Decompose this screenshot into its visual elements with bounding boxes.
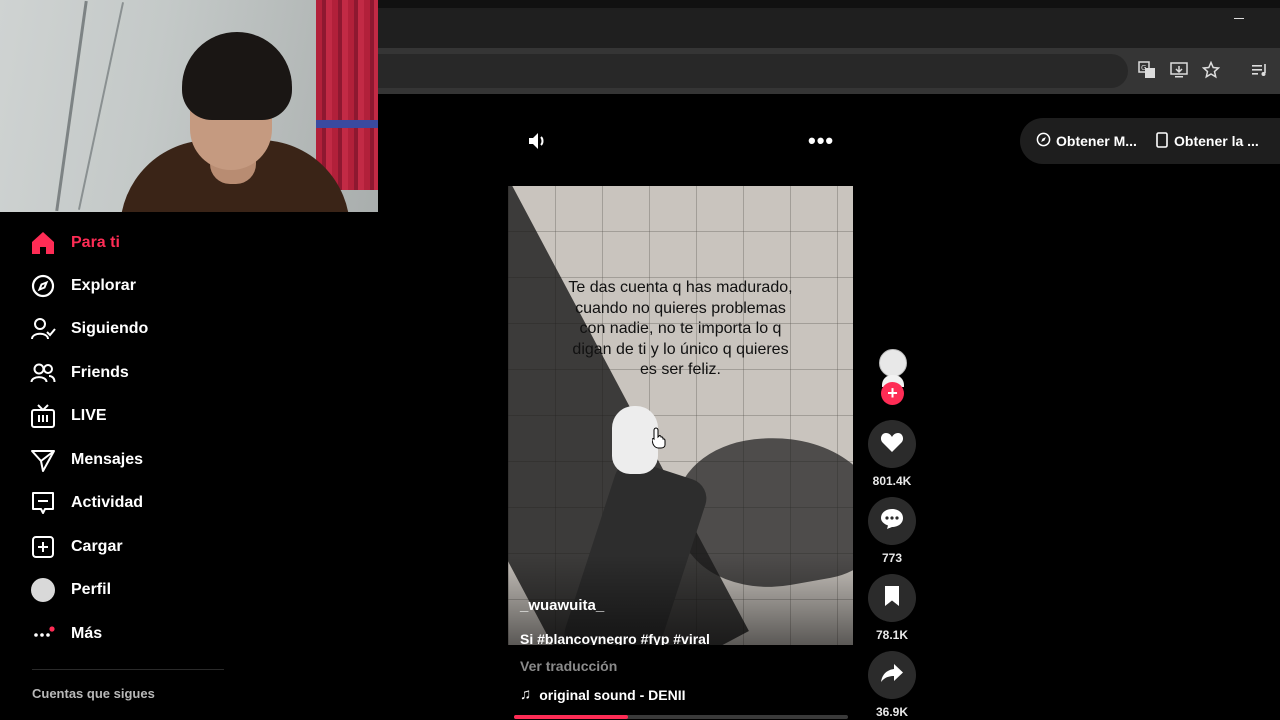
browser-tab-strip bbox=[378, 0, 1280, 48]
sidebar-item-label: Siguiendo bbox=[71, 320, 149, 337]
phone-icon bbox=[1156, 131, 1168, 151]
get-m-button[interactable]: Obtener M... bbox=[1036, 132, 1137, 150]
get-app-button[interactable]: Obtener la ... bbox=[1156, 131, 1259, 151]
compass-icon bbox=[30, 273, 56, 299]
avatar bbox=[30, 577, 56, 603]
install-app-icon[interactable] bbox=[1169, 61, 1189, 81]
upload-icon bbox=[30, 534, 56, 560]
translate-icon[interactable]: G bbox=[1137, 61, 1157, 81]
follow-plus-button[interactable]: + bbox=[881, 382, 904, 405]
more-icon bbox=[30, 621, 56, 647]
send-icon bbox=[30, 447, 56, 473]
sidebar-item-label: Cargar bbox=[71, 538, 123, 555]
like-button[interactable] bbox=[868, 420, 916, 468]
sidebar-item-label: Para ti bbox=[71, 234, 120, 251]
sidebar-item-friends[interactable]: Friends bbox=[30, 358, 129, 388]
comment-button[interactable] bbox=[868, 497, 916, 545]
sidebar-item-label: Más bbox=[71, 625, 103, 642]
screen: G Para ti Explorar Siguiendo Friends LIV… bbox=[0, 0, 1280, 720]
media-control-icon[interactable] bbox=[1250, 61, 1270, 81]
video-player[interactable]: Te das cuenta q has madurado, cuando no … bbox=[508, 186, 853, 645]
address-bar[interactable] bbox=[378, 54, 1128, 88]
heart-icon bbox=[880, 431, 904, 458]
home-icon bbox=[30, 230, 56, 256]
sidebar-item-siguiendo[interactable]: Siguiendo bbox=[30, 314, 148, 344]
more-options-icon[interactable]: ••• bbox=[808, 128, 834, 154]
video-progress-bar[interactable] bbox=[514, 715, 848, 719]
sidebar-item-explorar[interactable]: Explorar bbox=[30, 271, 136, 301]
sidebar-item-label: Actividad bbox=[71, 494, 144, 511]
sound-link[interactable]: ♫ original sound - DENII bbox=[520, 686, 685, 703]
sidebar-item-para-ti[interactable]: Para ti bbox=[30, 228, 120, 258]
bookmark-icon bbox=[883, 585, 901, 612]
video-progress-fill bbox=[514, 715, 628, 719]
activity-icon bbox=[30, 490, 56, 516]
sidebar-item-label: LIVE bbox=[71, 407, 107, 424]
save-count: 78.1K bbox=[875, 628, 909, 642]
sidebar-item-cargar[interactable]: Cargar bbox=[30, 532, 123, 562]
sidebar-item-actividad[interactable]: Actividad bbox=[30, 488, 143, 518]
share-button[interactable] bbox=[868, 651, 916, 699]
compass-icon bbox=[1036, 132, 1051, 150]
video-author[interactable]: _wuawuita_ bbox=[520, 597, 604, 614]
share-icon bbox=[880, 663, 904, 688]
webcam-overlay bbox=[0, 0, 378, 212]
share-count: 36.9K bbox=[875, 705, 909, 719]
see-translation-link[interactable]: Ver traducción bbox=[520, 658, 617, 674]
live-tv-icon bbox=[30, 403, 56, 429]
video-caption[interactable]: Si #blancoynegro #fyp #viral bbox=[520, 631, 710, 645]
save-button[interactable] bbox=[868, 574, 916, 622]
user-follow-icon bbox=[30, 316, 56, 342]
sidebar-divider bbox=[32, 669, 224, 670]
sidebar: Para ti Explorar Siguiendo Friends LIVE bbox=[0, 212, 378, 720]
sidebar-item-live[interactable]: LIVE bbox=[30, 401, 107, 431]
music-note-icon: ♫ bbox=[520, 686, 532, 703]
sidebar-item-perfil[interactable]: Perfil bbox=[30, 575, 111, 605]
sidebar-item-label: Mensajes bbox=[71, 451, 144, 468]
svg-text:G: G bbox=[1141, 64, 1146, 72]
comment-count: 773 bbox=[881, 551, 903, 565]
friends-icon bbox=[30, 360, 56, 386]
sidebar-item-label: Perfil bbox=[71, 581, 112, 598]
sidebar-item-label: Friends bbox=[71, 364, 129, 381]
bookmark-star-icon[interactable] bbox=[1201, 60, 1221, 81]
video-overlay-text: Te das cuenta q has madurado, cuando no … bbox=[568, 279, 793, 378]
like-count: 801.4K bbox=[872, 474, 912, 488]
following-accounts-title: Cuentas que sigues bbox=[32, 686, 155, 701]
sidebar-item-mensajes[interactable]: Mensajes bbox=[30, 445, 143, 475]
get-app-bar: Obtener M... Obtener la ... bbox=[1020, 118, 1280, 164]
sidebar-item-label: Explorar bbox=[71, 277, 136, 294]
comment-icon bbox=[880, 508, 904, 535]
mouse-cursor-icon bbox=[651, 427, 666, 449]
sidebar-item-mas[interactable]: Más bbox=[30, 619, 102, 649]
volume-icon[interactable] bbox=[526, 129, 550, 153]
minimize-window-button[interactable] bbox=[1234, 18, 1244, 19]
